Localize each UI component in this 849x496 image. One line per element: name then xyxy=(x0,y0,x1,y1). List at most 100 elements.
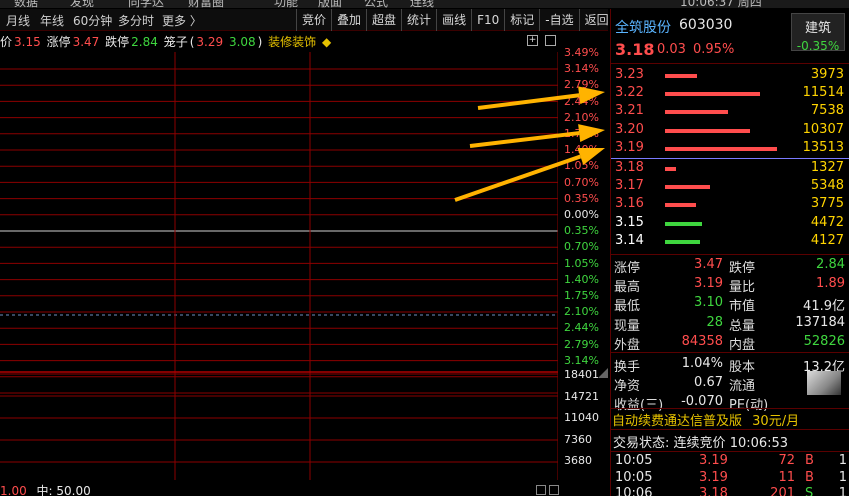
scroll-up-icon[interactable] xyxy=(536,485,546,495)
bid-volume: 1327 xyxy=(810,160,844,175)
y-tick-label: 2.79% xyxy=(564,78,599,92)
sector-badge[interactable]: 建筑 -0.35% xyxy=(791,13,845,53)
bid-volume: 5348 xyxy=(810,178,844,194)
sector-badge-name: 建筑 xyxy=(804,21,831,36)
tick-count: 1 xyxy=(838,453,847,468)
bid-price: 3.15 xyxy=(615,214,644,230)
bid-price: 3.18 xyxy=(615,160,644,175)
period-year[interactable]: 年线 xyxy=(40,12,64,29)
ask-row[interactable]: 3.22 11514 xyxy=(611,85,846,103)
y-tick-label: 1.05% xyxy=(564,159,599,173)
tick-side: B xyxy=(805,453,814,468)
thumbnail-icon[interactable] xyxy=(807,371,841,395)
y-tick-label: 2.79% xyxy=(564,337,599,351)
menu-item[interactable]: 发现 xyxy=(70,0,94,8)
menu-item[interactable]: 版面 xyxy=(318,0,342,8)
tick-price: 3.19 xyxy=(699,469,728,485)
stat-label: 净资 xyxy=(614,379,641,395)
trade-status: 交易状态: 连续竞价 10:06:53 xyxy=(613,432,788,451)
sector-link[interactable]: 装修装饰 xyxy=(268,35,316,49)
bottom-bar: 1.00 中: 50.00 xyxy=(0,482,558,496)
tick-count: 1 xyxy=(838,469,847,485)
tick-row: 10:05 3.19 72 B 1 xyxy=(615,453,847,470)
stat-value: 3.19 xyxy=(694,276,723,292)
toolbar-auction-button[interactable]: 竞价 xyxy=(296,9,331,31)
divider xyxy=(611,408,849,409)
scroll-down-icon[interactable] xyxy=(549,485,559,495)
stock-code: 603030 xyxy=(679,17,733,33)
divider xyxy=(611,63,849,64)
tick-count: 1 xyxy=(838,486,847,496)
toolbar-watchlist-button[interactable]: -自选 xyxy=(539,9,578,31)
stat-label: 外盘 xyxy=(614,337,641,353)
y-tick-label: 1.40% xyxy=(564,272,599,286)
stat-value: 3.10 xyxy=(694,295,723,311)
ask-volume-bar xyxy=(665,146,777,151)
period-60min[interactable]: 60分钟 xyxy=(73,12,112,29)
ask-price: 3.20 xyxy=(615,121,644,137)
ask-row[interactable]: 3.21 7538 xyxy=(611,103,846,121)
bid-row[interactable]: 3.15 4472 xyxy=(611,215,846,233)
bid-row[interactable]: 3.17 5348 xyxy=(611,178,846,196)
period-month[interactable]: 月线 xyxy=(6,12,30,29)
add-icon[interactable]: + xyxy=(527,35,538,46)
promo-banner[interactable]: 自动续费通达信普及版 30元/月 xyxy=(612,410,848,429)
bid-price: 3.16 xyxy=(615,196,644,212)
y-tick-label: 1.75% xyxy=(564,127,599,140)
ask-row[interactable]: 3.23 3973 xyxy=(611,67,846,85)
menu-item[interactable]: 功能 xyxy=(274,0,298,8)
ask-row[interactable]: 3.19 13513 xyxy=(611,140,846,158)
stat-value: 0.67 xyxy=(694,375,723,391)
intraday-chart xyxy=(0,52,558,480)
price-label: 价 xyxy=(0,35,13,49)
bid-volume-bar xyxy=(665,239,700,244)
bid-row[interactable]: 3.18 1327 xyxy=(611,160,846,178)
stat-label: 最低 xyxy=(614,299,641,315)
bottom-mid-value: 中: 50.00 xyxy=(36,484,91,496)
stat-label: 股本 xyxy=(729,360,756,375)
stat-value: 2.84 xyxy=(816,257,845,272)
toolbar-draw-button[interactable]: 画线 xyxy=(436,9,471,31)
resize-handle-icon[interactable] xyxy=(598,368,608,378)
clock: 10:06:37 周四 xyxy=(680,0,762,8)
top-menu-strip: 数据 发现 同学达 财富圈 功能 版面 公式 连线 10:06:37 周四 xyxy=(0,0,849,8)
stat-row: 最高 3.19 量比 1.89 xyxy=(611,275,847,295)
menu-item[interactable]: 数据 xyxy=(14,0,38,8)
period-more[interactable]: 更多 〉 xyxy=(162,12,202,29)
toolbar-overlay-button[interactable]: 叠加 xyxy=(331,9,366,31)
tick-time: 10:05 xyxy=(615,469,653,485)
stat-label: 现量 xyxy=(614,318,641,334)
bid-row[interactable]: 3.16 3775 xyxy=(611,196,846,214)
ask-row[interactable]: 3.20 10307 xyxy=(611,122,846,140)
stat-label: 跌停 xyxy=(729,261,756,276)
divider xyxy=(611,429,849,430)
menu-item[interactable]: 连线 xyxy=(410,0,434,8)
ask-price: 3.19 xyxy=(615,139,644,155)
stat-label: 流通 xyxy=(729,379,756,395)
sector-expand-icon[interactable]: ◆ xyxy=(322,35,331,49)
stat-label: 市值 xyxy=(729,299,756,315)
quote-panel: 全筑股份 603030 建筑 -0.35% 3.18 0.03 0.95% 3.… xyxy=(610,9,849,496)
stat-value: 41.9亿 xyxy=(803,299,845,315)
tick-volume: 72 xyxy=(778,453,795,468)
y-tick-label: 1.05% xyxy=(564,256,599,270)
volume-tick-label: 3680 xyxy=(564,454,592,467)
bid-row[interactable]: 3.14 4127 xyxy=(611,233,846,251)
menu-item[interactable]: 公式 xyxy=(364,0,388,8)
menu-item[interactable]: 财富圈 xyxy=(188,0,224,8)
bid-volume-bar xyxy=(665,167,677,171)
menu-item[interactable]: 同学达 xyxy=(128,0,164,8)
toolbar-stats-button[interactable]: 统计 xyxy=(401,9,436,31)
period-multiday[interactable]: 多分时 xyxy=(118,12,154,29)
price-change-pct: 0.95% xyxy=(693,42,735,57)
toolbar-mark-button[interactable]: 标记 xyxy=(504,9,539,31)
y-tick-label: 0.35% xyxy=(564,224,599,238)
toolbar-f10-button[interactable]: F10 xyxy=(471,9,504,31)
tick-row: 10:05 3.19 11 B 1 xyxy=(615,470,847,487)
tick-row: 10:06 3.18 201 S 1 xyxy=(615,486,847,496)
tick-volume: 201 xyxy=(770,486,795,496)
volume-tick-label: 7360 xyxy=(564,432,592,446)
window-restore-icon[interactable] xyxy=(545,35,556,46)
toolbar-superboard-button[interactable]: 超盘 xyxy=(366,9,401,31)
toolbar-back-button[interactable]: 返回 xyxy=(578,9,614,31)
